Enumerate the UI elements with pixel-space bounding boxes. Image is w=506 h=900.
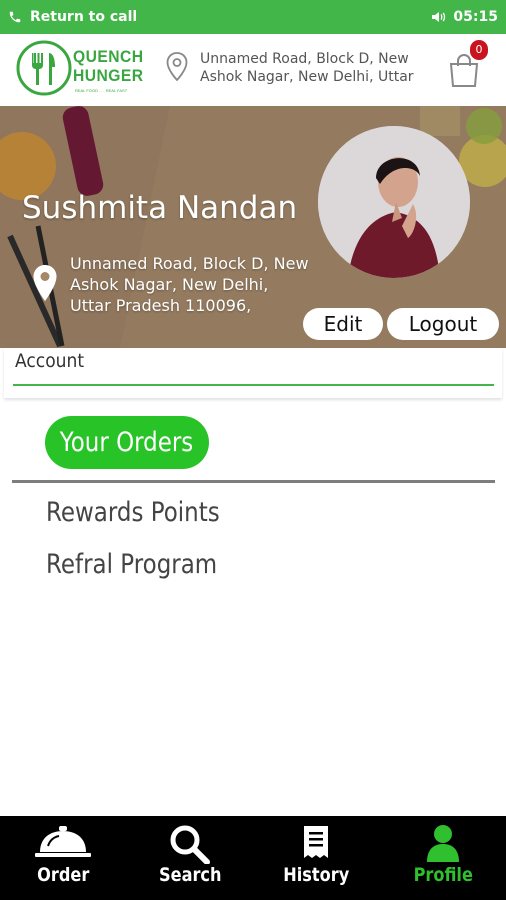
phone-icon [9, 11, 21, 23]
nav-search-label: Search [158, 864, 222, 886]
logo-tagline: REAL FOOD . . . REAL FAST [75, 88, 128, 93]
nav-profile-label: Profile [413, 864, 473, 886]
profile-address: Unnamed Road, Block D, New Ashok Nagar, … [70, 254, 309, 315]
user-icon [426, 825, 459, 862]
receipt-icon [304, 826, 329, 858]
your-orders-label: Your Orders [60, 427, 194, 458]
status-bar: Return to call 05:15 [0, 0, 506, 34]
nav-history[interactable]: History [253, 816, 380, 900]
profile-banner: Sushmita Nandan Unnamed Road, Block D, N… [0, 106, 506, 348]
nav-order[interactable]: Order [0, 816, 127, 900]
app-header: QUENCH HUNGER REAL FOOD . . . REAL FAST … [0, 34, 506, 104]
logo-line1: QUENCH [73, 47, 144, 66]
nav-history-label: History [283, 864, 350, 886]
rewards-points-item[interactable]: Rewards Points [46, 497, 220, 528]
avatar-photo [318, 126, 470, 278]
speaker-icon [432, 12, 446, 22]
section-divider [12, 480, 495, 483]
profile-avatar[interactable] [318, 126, 470, 278]
account-title: Account [15, 350, 85, 372]
fork-knife-logo-icon [16, 40, 72, 96]
bottom-navigation: Order Search History Profile [0, 816, 506, 900]
return-to-call-text: Return to call [30, 9, 138, 25]
profile-name: Sushmita Nandan [22, 190, 298, 226]
account-underline [13, 384, 494, 386]
return-to-call[interactable]: Return to call [8, 9, 137, 25]
edit-profile-button[interactable]: Edit [303, 308, 383, 340]
nav-order-label: Order [37, 864, 90, 886]
nav-profile[interactable]: Profile [380, 816, 506, 900]
cloche-icon [35, 826, 92, 857]
account-section-header: Account [4, 348, 502, 398]
status-time: 05:15 [453, 9, 498, 25]
search-icon [170, 825, 210, 864]
cart-count-badge: 0 [470, 40, 488, 60]
nav-search[interactable]: Search [127, 816, 254, 900]
logo-line2: HUNGER [73, 66, 144, 85]
location-pin-icon [33, 265, 57, 301]
logout-button[interactable]: Logout [387, 308, 499, 340]
referral-program-item[interactable]: Refral Program [46, 549, 217, 580]
header-address[interactable]: Unnamed Road, Block D, New Ashok Nagar, … [200, 50, 420, 86]
quench-hunger-logo[interactable]: QUENCH HUNGER REAL FOOD . . . REAL FAST [16, 39, 151, 99]
your-orders-button[interactable]: Your Orders [45, 416, 209, 469]
location-pin-icon [166, 52, 188, 82]
